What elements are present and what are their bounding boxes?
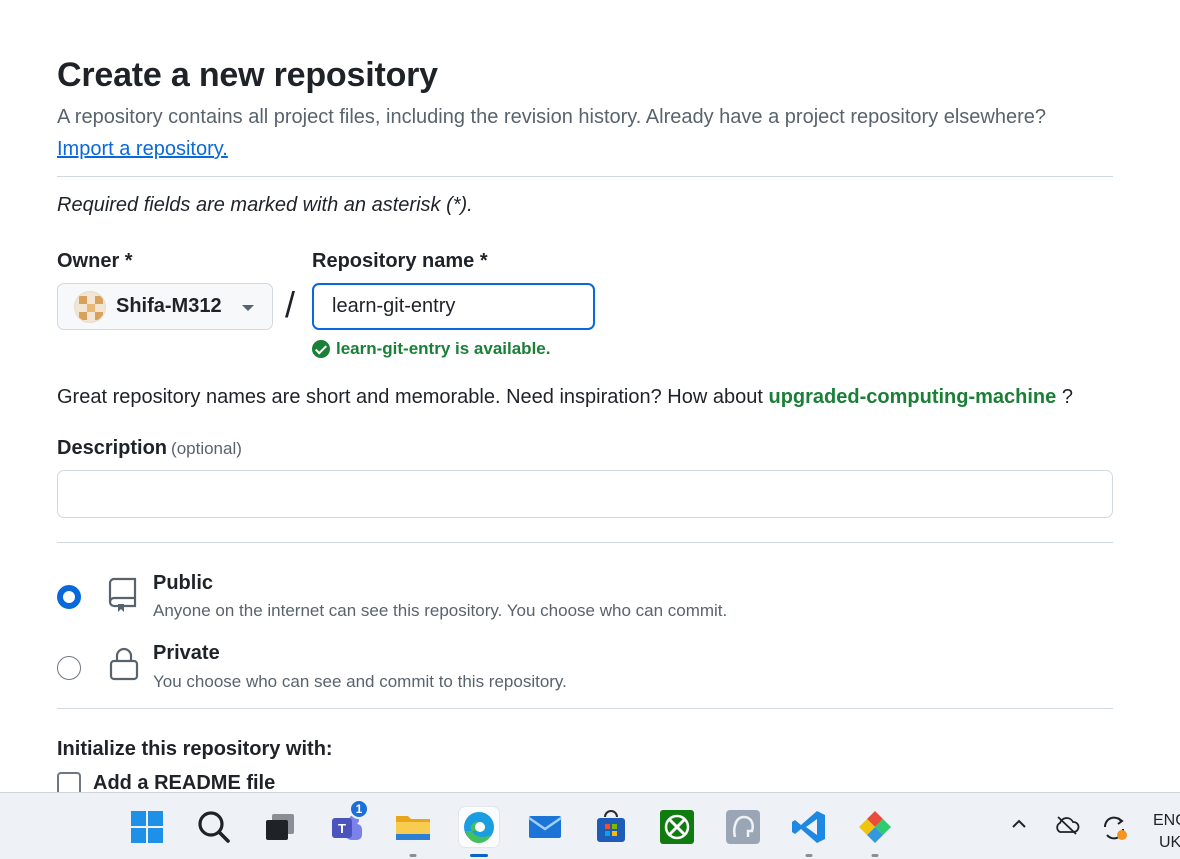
page-title: Create a new repository <box>57 56 438 94</box>
divider <box>57 176 1113 177</box>
notification-badge: 1 <box>349 799 369 819</box>
divider <box>57 708 1113 709</box>
description-label: Description (optional) <box>57 437 242 460</box>
language-code: ENG <box>1153 812 1180 829</box>
divider <box>57 542 1113 543</box>
optional-hint: (optional) <box>171 439 242 458</box>
onedrive-icon[interactable] <box>1054 815 1080 835</box>
suggested-name-link[interactable]: upgraded-computing-machine <box>768 386 1056 408</box>
description-label-text: Description <box>57 437 168 459</box>
mail-icon[interactable] <box>525 807 565 847</box>
check-circle-icon <box>312 340 330 358</box>
task-view-icon[interactable] <box>260 807 300 847</box>
public-radio[interactable] <box>57 585 81 609</box>
repository-name-input[interactable] <box>312 283 595 330</box>
file-explorer-icon[interactable] <box>393 807 433 857</box>
owner-dropdown[interactable]: Shifa-M312 <box>57 283 273 330</box>
private-radio[interactable] <box>57 656 81 680</box>
repo-icon <box>108 577 137 612</box>
description-input[interactable] <box>57 470 1113 518</box>
availability-text: learn-git-entry is available. <box>336 339 551 358</box>
owner-label: Owner * <box>57 250 133 272</box>
language-indicator[interactable]: ENG UK <box>1153 810 1180 854</box>
teams-icon[interactable]: T 1 <box>327 799 369 847</box>
public-description: Anyone on the internet can see this repo… <box>153 601 728 620</box>
xbox-icon[interactable] <box>657 807 697 847</box>
git-icon[interactable] <box>855 807 895 857</box>
owner-repo-separator: / <box>285 284 296 325</box>
required-fields-note: Required fields are marked with an aster… <box>57 194 473 216</box>
owner-name: Shifa-M312 <box>116 295 222 317</box>
sync-icon[interactable] <box>1101 815 1129 841</box>
windows-taskbar: T 1 <box>0 792 1180 859</box>
import-repository-link[interactable]: Import a repository. <box>57 138 228 161</box>
add-readme-label: Add a README file <box>93 772 276 792</box>
keyboard-region: UK <box>1159 834 1180 851</box>
repository-name-label: Repository name * <box>312 250 488 272</box>
lock-icon <box>109 647 139 681</box>
windows-start-icon[interactable] <box>127 807 167 847</box>
avatar <box>74 290 106 323</box>
svg-text:T: T <box>338 821 346 836</box>
search-icon[interactable] <box>194 807 234 847</box>
private-title: Private <box>153 642 220 664</box>
main-content: Create a new repository A repository con… <box>57 0 1113 792</box>
edge-icon[interactable] <box>459 807 499 857</box>
private-description: You choose who can see and commit to thi… <box>153 672 567 691</box>
availability-message: learn-git-entry is available. <box>312 339 550 359</box>
add-readme-checkbox[interactable] <box>57 772 81 792</box>
name-inspiration: Great repository names are short and mem… <box>57 386 1073 409</box>
initialize-title: Initialize this repository with: <box>57 738 333 760</box>
inspiration-suffix: ? <box>1056 386 1073 408</box>
inspiration-text: Great repository names are short and mem… <box>57 386 769 408</box>
page-subtitle: A repository contains all project files,… <box>57 106 1047 128</box>
chevron-up-icon[interactable] <box>1010 815 1028 833</box>
vscode-icon[interactable] <box>789 807 829 857</box>
chevron-down-icon <box>242 305 254 311</box>
public-title: Public <box>153 572 214 594</box>
store-icon[interactable] <box>591 807 631 847</box>
app-icon[interactable] <box>723 807 763 847</box>
